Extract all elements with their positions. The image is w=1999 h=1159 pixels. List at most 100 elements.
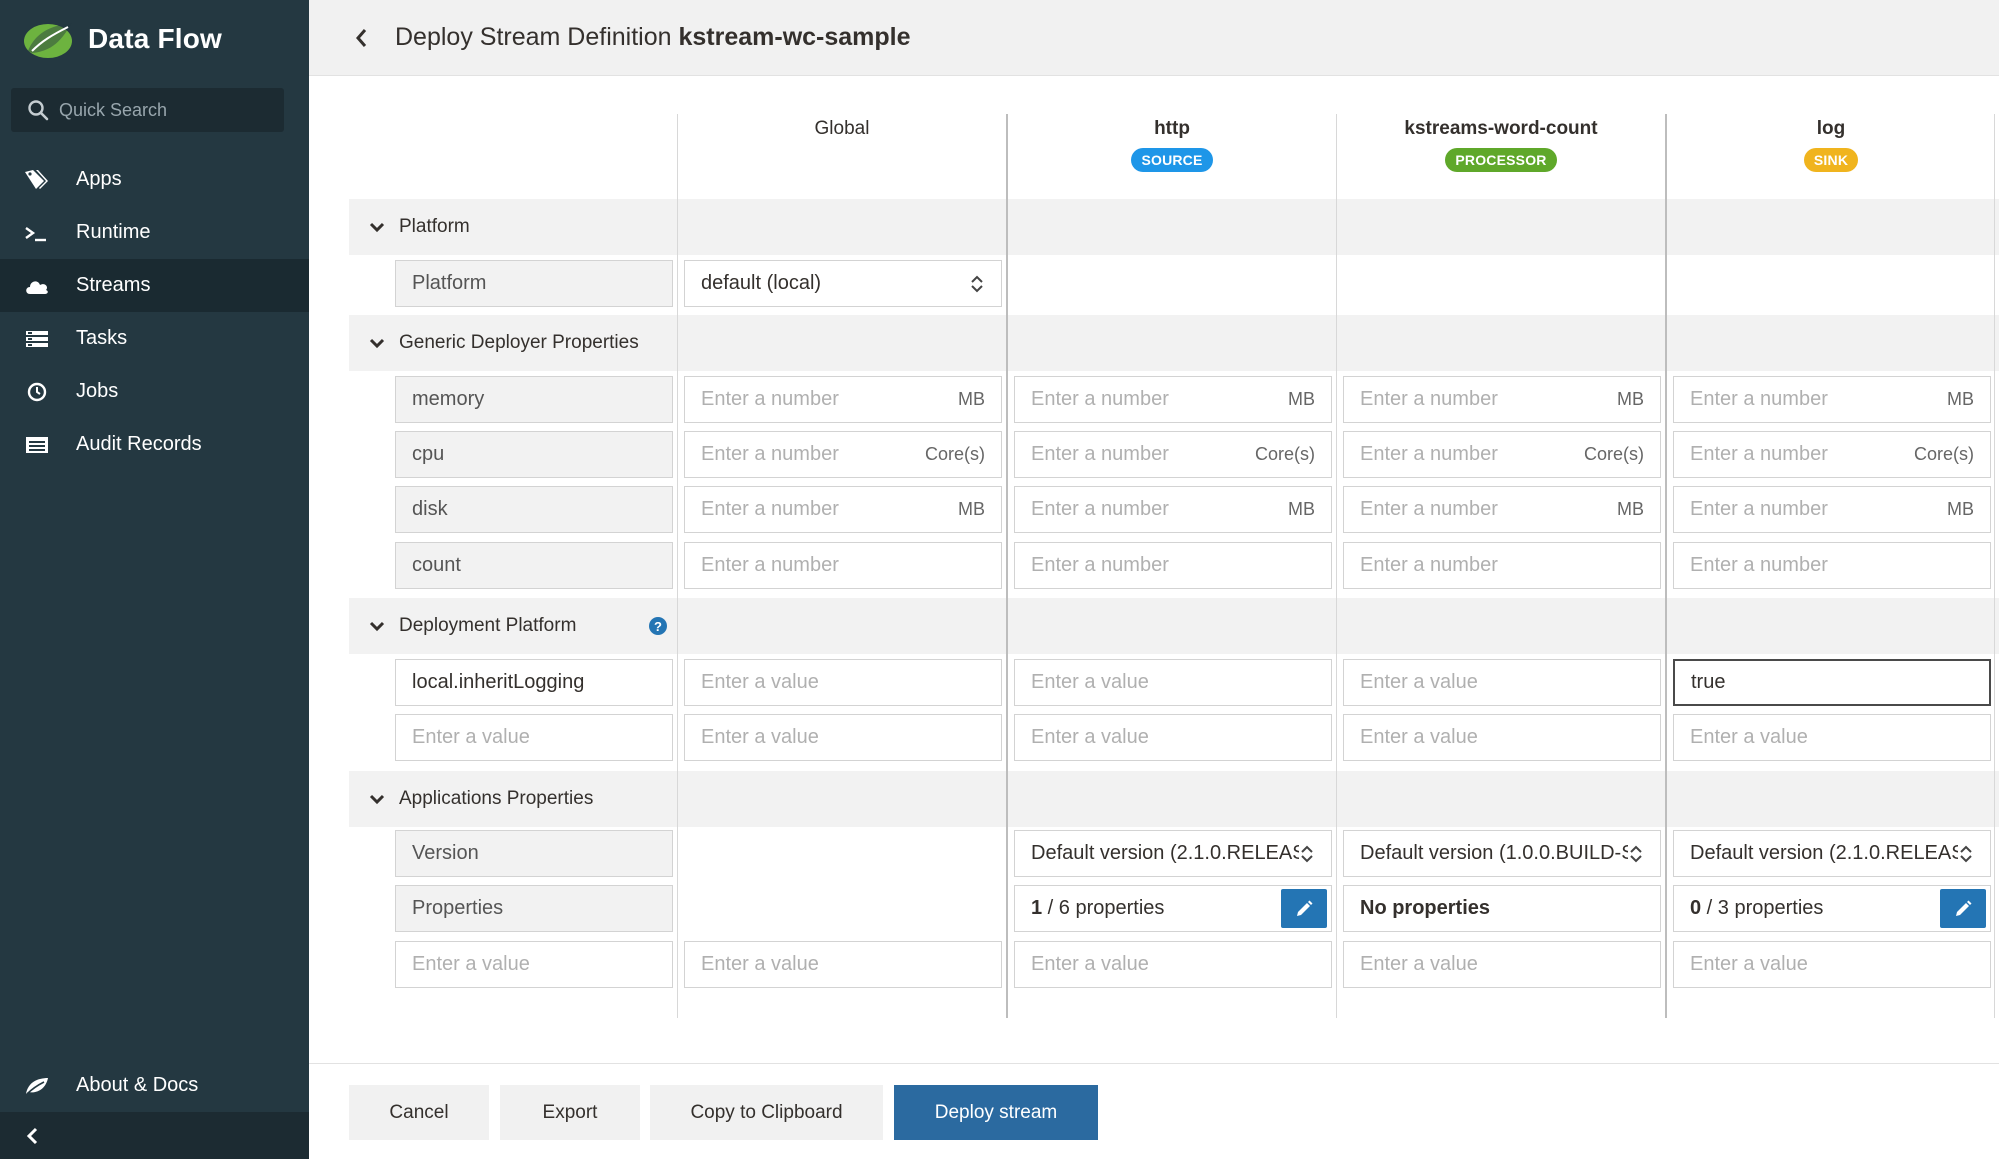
column-divider: [677, 114, 678, 1018]
row-label-version: Version: [395, 830, 673, 877]
spring-leaf-logo-icon: [24, 23, 72, 58]
back-button[interactable]: [349, 26, 373, 50]
kwc-disk-input[interactable]: Enter a number MB: [1343, 486, 1661, 533]
select-arrows-icon: [1630, 845, 1642, 862]
row-label-properties: Properties: [395, 885, 673, 932]
sidebar-item-jobs[interactable]: Jobs: [0, 365, 309, 418]
deployment-new-key-input[interactable]: Enter a value: [395, 714, 673, 761]
log-inherit-logging-input[interactable]: true: [1673, 659, 1991, 706]
kwc-inherit-logging-input[interactable]: Enter a value: [1343, 659, 1661, 706]
search-input[interactable]: [59, 99, 259, 121]
unit-label: Core(s): [1913, 444, 1974, 464]
page-title-prefix: Deploy Stream Definition: [395, 23, 679, 51]
placeholder: Enter a value: [412, 726, 530, 748]
log-new-value-input[interactable]: Enter a value: [1673, 714, 1991, 761]
property-key: local.inheritLogging: [412, 671, 585, 693]
deploy-stream-button[interactable]: Deploy stream: [894, 1085, 1098, 1140]
section-toggle-deployment-platform[interactable]: Deployment Platform: [349, 598, 677, 654]
column-name: Global: [814, 118, 870, 139]
cancel-button[interactable]: Cancel: [349, 1085, 489, 1140]
platform-select[interactable]: default (local): [684, 260, 1002, 307]
sidebar-item-label: About & Docs: [76, 1074, 199, 1096]
kwc-new-value-input[interactable]: Enter a value: [1343, 714, 1661, 761]
log-memory-input[interactable]: Enter a number MB: [1673, 376, 1991, 423]
sidebar-nav: Apps Runtime Streams Tasks Jobs Audit Re…: [0, 153, 309, 471]
collapse-sidebar-button[interactable]: [0, 1112, 309, 1159]
http-inherit-logging-input[interactable]: Enter a value: [1014, 659, 1332, 706]
column-divider: [1336, 114, 1337, 1018]
global-disk-input[interactable]: Enter a number MB: [684, 486, 1002, 533]
placeholder: Enter a number: [701, 498, 839, 520]
brand[interactable]: Data Flow: [20, 14, 222, 64]
placeholder: Enter a value: [412, 953, 530, 975]
http-new-value-input[interactable]: Enter a value: [1014, 714, 1332, 761]
chevron-left-icon: [26, 1127, 38, 1144]
copy-to-clipboard-button[interactable]: Copy to Clipboard: [650, 1085, 883, 1140]
global-cpu-input[interactable]: Enter a number Core(s): [684, 431, 1002, 478]
select-value: Default version (1.0.0.BUILD-S: [1360, 842, 1628, 864]
row-label-text: Version: [412, 842, 479, 864]
placeholder: Enter a number: [1031, 554, 1169, 576]
row-label-text: count: [412, 554, 461, 576]
http-disk-input[interactable]: Enter a number MB: [1014, 486, 1332, 533]
kwc-properties-summary: No properties: [1343, 885, 1661, 932]
chevron-left-icon: [356, 28, 367, 47]
section-toggle-platform[interactable]: Platform: [349, 199, 677, 255]
unit-label: MB: [1947, 389, 1974, 409]
http-count-input[interactable]: Enter a number: [1014, 542, 1332, 589]
global-app-value-input[interactable]: Enter a value: [684, 941, 1002, 988]
row-label-text: cpu: [412, 443, 445, 465]
quick-search[interactable]: [11, 88, 284, 132]
kwc-app-value-input[interactable]: Enter a value: [1343, 941, 1661, 988]
sidebar-item-tasks[interactable]: Tasks: [0, 312, 309, 365]
help-icon[interactable]: ?: [649, 617, 667, 635]
properties-total: / 6 properties: [1042, 897, 1165, 919]
sidebar-item-apps[interactable]: Apps: [0, 153, 309, 206]
log-disk-input[interactable]: Enter a number MB: [1673, 486, 1991, 533]
global-memory-input[interactable]: Enter a number MB: [684, 376, 1002, 423]
kwc-memory-input[interactable]: Enter a number MB: [1343, 376, 1661, 423]
sidebar-item-about-docs[interactable]: About & Docs: [0, 1059, 309, 1112]
sidebar-item-audit-records[interactable]: Audit Records: [0, 418, 309, 471]
select-arrows-icon: [1960, 845, 1972, 862]
http-cpu-input[interactable]: Enter a number Core(s): [1014, 431, 1332, 478]
kwc-version-select[interactable]: Default version (1.0.0.BUILD-S: [1343, 830, 1661, 877]
http-version-select[interactable]: Default version (2.1.0.RELEAS: [1014, 830, 1332, 877]
sidebar: Data Flow Apps Runtime Streams: [0, 0, 309, 1159]
log-cpu-input[interactable]: Enter a number Core(s): [1673, 431, 1991, 478]
edit-http-properties-button[interactable]: [1281, 889, 1327, 928]
placeholder: Enter a number: [1690, 554, 1828, 576]
tags-icon: [22, 165, 52, 195]
http-app-value-input[interactable]: Enter a value: [1014, 941, 1332, 988]
app-new-key-input[interactable]: Enter a value: [395, 941, 673, 988]
placeholder: Enter a value: [1031, 671, 1149, 693]
column-header-global: Global: [678, 114, 1006, 198]
sidebar-item-label: Jobs: [76, 380, 119, 402]
global-count-input[interactable]: Enter a number: [684, 542, 1002, 589]
log-app-value-input[interactable]: Enter a value: [1673, 941, 1991, 988]
section-toggle-applications[interactable]: Applications Properties: [349, 771, 677, 827]
log-version-select[interactable]: Default version (2.1.0.RELEAS: [1673, 830, 1991, 877]
placeholder: Enter a value: [1031, 953, 1149, 975]
section-title: Applications Properties: [399, 788, 594, 809]
placeholder: Enter a number: [1690, 388, 1828, 410]
global-inherit-logging-input[interactable]: Enter a value: [684, 659, 1002, 706]
pencil-icon: [1956, 900, 1972, 916]
global-new-value-input[interactable]: Enter a value: [684, 714, 1002, 761]
edit-log-properties-button[interactable]: [1940, 889, 1986, 928]
deployment-key-input[interactable]: local.inheritLogging: [395, 659, 673, 706]
http-memory-input[interactable]: Enter a number MB: [1014, 376, 1332, 423]
log-count-input[interactable]: Enter a number: [1673, 542, 1991, 589]
placeholder: Enter a number: [701, 554, 839, 576]
kwc-count-input[interactable]: Enter a number: [1343, 542, 1661, 589]
placeholder: Enter a number: [1360, 498, 1498, 520]
sidebar-item-runtime[interactable]: Runtime: [0, 206, 309, 259]
kwc-cpu-input[interactable]: Enter a number Core(s): [1343, 431, 1661, 478]
chevron-down-icon: [369, 222, 385, 233]
sidebar-item-streams[interactable]: Streams: [0, 259, 309, 312]
export-button[interactable]: Export: [500, 1085, 640, 1140]
row-label-text: Properties: [412, 897, 504, 919]
records-icon: [22, 430, 52, 460]
processor-badge: PROCESSOR: [1445, 148, 1557, 172]
section-toggle-generic-deployer[interactable]: Generic Deployer Properties: [349, 315, 677, 371]
